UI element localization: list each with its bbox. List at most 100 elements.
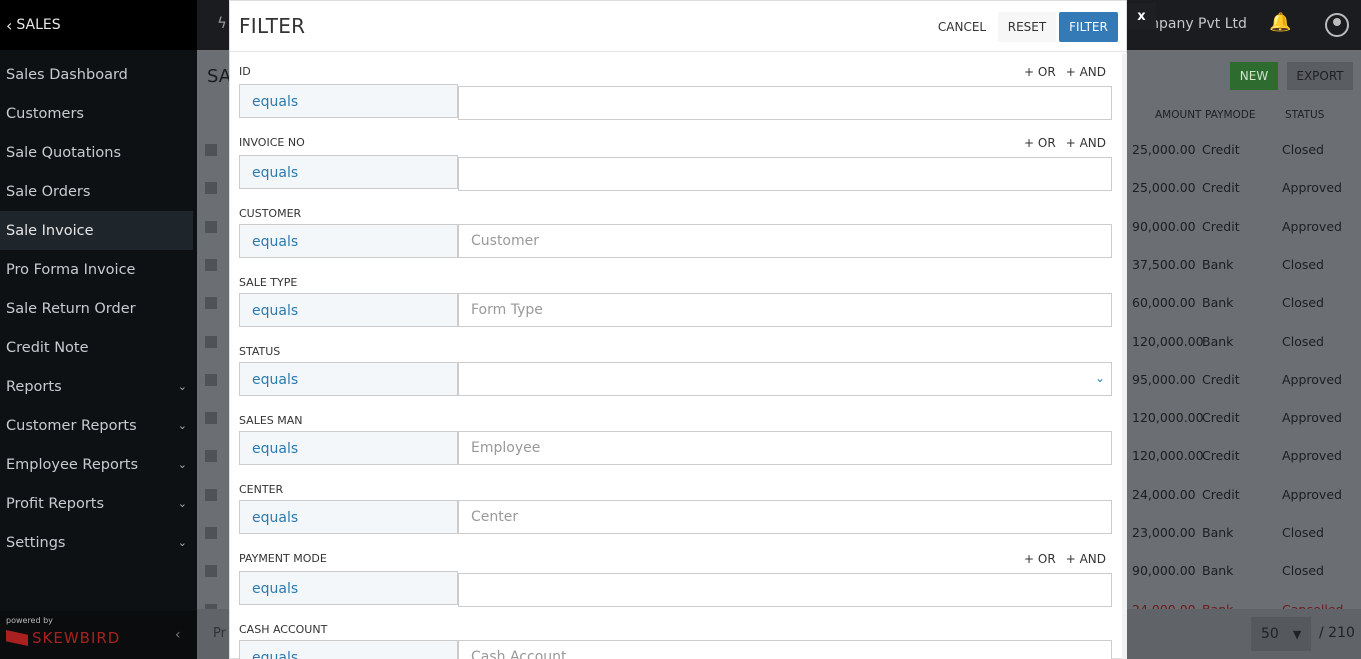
value-input[interactable]: Form Type bbox=[458, 293, 1112, 327]
row-checkbox[interactable] bbox=[205, 297, 217, 310]
bell-icon[interactable]: 🔔 bbox=[1269, 12, 1291, 33]
collapse-chevron-icon[interactable]: ‹ bbox=[175, 627, 181, 643]
operator-select[interactable]: equals bbox=[239, 293, 458, 327]
cell-paymode: Credit bbox=[1202, 448, 1240, 464]
value-input[interactable] bbox=[458, 157, 1112, 191]
cell-amount: 24,000.00 bbox=[1132, 486, 1196, 502]
operator-select[interactable]: equals bbox=[239, 640, 458, 659]
sidebar-item[interactable]: Reports ⌄ bbox=[0, 367, 197, 406]
chevron-down-icon: ⌄ bbox=[177, 536, 187, 549]
value-input[interactable]: Cash Account bbox=[458, 640, 1112, 659]
row-checkbox[interactable] bbox=[205, 412, 217, 425]
add-or-link[interactable]: + OR bbox=[1024, 136, 1056, 150]
row-checkbox[interactable] bbox=[205, 527, 217, 539]
value-input[interactable]: Center bbox=[458, 500, 1112, 534]
sidebar-item[interactable]: Pro Forma Invoice bbox=[0, 250, 197, 289]
sidebar-item[interactable]: Profit Reports ⌄ bbox=[0, 484, 197, 523]
filter-button[interactable]: FILTER bbox=[1059, 12, 1118, 42]
brand-logo-icon bbox=[6, 630, 28, 646]
cell-amount: 25,000.00 bbox=[1132, 142, 1196, 157]
operator-select[interactable]: equals bbox=[239, 500, 458, 534]
sidebar-item[interactable]: Credit Note bbox=[0, 328, 197, 367]
add-and-link[interactable]: + AND bbox=[1066, 136, 1106, 150]
value-input[interactable]: Employee bbox=[458, 431, 1112, 465]
cell-status: Approved bbox=[1282, 448, 1342, 464]
sidebar-item-label: Sale Quotations bbox=[6, 144, 122, 161]
operator-select[interactable]: equals bbox=[239, 224, 458, 258]
value-select[interactable]: ⌄ bbox=[458, 362, 1112, 396]
sidebar-item[interactable]: Customers bbox=[0, 94, 197, 133]
row-checkbox[interactable] bbox=[205, 258, 217, 271]
cancel-button[interactable]: CANCEL bbox=[930, 12, 994, 42]
row-checkbox[interactable] bbox=[205, 565, 217, 578]
column-status[interactable]: STATUS bbox=[1285, 109, 1324, 121]
value-input[interactable] bbox=[458, 573, 1112, 607]
field-label: CASH ACCOUNT bbox=[239, 623, 328, 636]
row-checkbox[interactable] bbox=[205, 488, 217, 501]
modal-scrollbar[interactable] bbox=[1122, 53, 1127, 659]
sidebar-item-label: Customers bbox=[6, 105, 84, 122]
sidebar-item[interactable]: Sale Orders bbox=[0, 172, 197, 211]
add-and-link[interactable]: + AND bbox=[1066, 65, 1106, 79]
row-checkbox[interactable] bbox=[205, 220, 217, 233]
column-paymode[interactable]: PAYMODE bbox=[1205, 109, 1256, 121]
row-checkbox[interactable] bbox=[205, 450, 217, 463]
sidebar-item[interactable]: Sale Quotations bbox=[0, 133, 197, 172]
filter-field: CENTER equals Center bbox=[239, 483, 1112, 543]
filter-modal: FILTER CANCEL RESET FILTER ID + OR + AND eq… bbox=[229, 0, 1127, 659]
cell-status: Closed bbox=[1282, 525, 1324, 540]
row-checkbox[interactable] bbox=[205, 144, 217, 156]
sidebar-item-label: Settings bbox=[6, 534, 66, 551]
value-input[interactable]: Customer bbox=[458, 224, 1112, 258]
close-icon[interactable]: x bbox=[1127, 3, 1156, 30]
filter-field: PAYMENT MODE + OR + AND equals bbox=[239, 552, 1112, 612]
filter-field: SALES MAN equals Employee bbox=[239, 414, 1112, 474]
cell-status: Closed bbox=[1282, 256, 1324, 272]
sidebar-header-label: SALES bbox=[16, 17, 61, 33]
cell-status: Approved bbox=[1282, 410, 1342, 426]
add-or-link[interactable]: + OR bbox=[1024, 552, 1056, 566]
value-placeholder: Form Type bbox=[471, 302, 543, 318]
cell-amount: 60,000.00 bbox=[1132, 295, 1196, 311]
modal-header: FILTER CANCEL RESET FILTER bbox=[230, 1, 1126, 52]
page-size-select[interactable]: 50 ▼ bbox=[1251, 617, 1311, 651]
chevron-down-icon: ▼ bbox=[1292, 627, 1302, 641]
operator-select[interactable]: equals bbox=[239, 84, 458, 118]
sidebar-item[interactable]: Sales Dashboard bbox=[0, 55, 197, 94]
user-avatar-icon[interactable] bbox=[1325, 13, 1349, 37]
operator-select[interactable]: equals bbox=[239, 431, 458, 465]
column-amount[interactable]: AMOUNT bbox=[1155, 109, 1201, 121]
operator-select[interactable]: equals bbox=[239, 362, 458, 396]
add-and-link[interactable]: + AND bbox=[1066, 552, 1106, 566]
row-checkbox[interactable] bbox=[205, 373, 217, 386]
operator-select[interactable]: equals bbox=[239, 155, 458, 189]
cell-status: Closed bbox=[1282, 142, 1324, 157]
sidebar-item-label: Credit Note bbox=[6, 339, 89, 356]
add-or-link[interactable]: + OR bbox=[1024, 65, 1056, 79]
cell-amount: 25,000.00 bbox=[1132, 180, 1196, 196]
filter-field: STATUS equals ⌄ bbox=[239, 345, 1112, 405]
field-label: PAYMENT MODE bbox=[239, 552, 327, 565]
bolt-icon[interactable]: ϟ bbox=[217, 14, 227, 32]
modal-title: FILTER bbox=[239, 14, 306, 38]
chevron-down-icon: ⌄ bbox=[177, 497, 187, 510]
operator-select[interactable]: equals bbox=[239, 571, 458, 605]
footer-prev-text[interactable]: Pr bbox=[213, 626, 226, 641]
sidebar-item[interactable]: Sale Invoice bbox=[0, 211, 193, 250]
export-button[interactable]: EXPORT bbox=[1287, 62, 1353, 90]
page-size-value: 50 bbox=[1261, 626, 1279, 642]
reset-button[interactable]: RESET bbox=[998, 12, 1056, 42]
sidebar-item[interactable]: Settings ⌄ bbox=[0, 523, 197, 562]
sidebar-item[interactable]: Sale Return Order bbox=[0, 289, 197, 328]
value-input[interactable] bbox=[458, 86, 1112, 120]
field-logic-links: + OR + AND bbox=[1014, 552, 1106, 566]
sidebar-item[interactable]: Employee Reports ⌄ bbox=[0, 445, 197, 484]
new-button[interactable]: NEW bbox=[1230, 62, 1278, 90]
sidebar-item[interactable]: Customer Reports ⌄ bbox=[0, 406, 197, 445]
sidebar-menu: Sales Dashboard Customers Sale Quotations S… bbox=[0, 50, 197, 562]
row-checkbox[interactable] bbox=[205, 182, 217, 195]
sidebar-back-button[interactable]: ‹ SALES bbox=[0, 0, 197, 50]
cell-amount: 120,000.00 bbox=[1132, 333, 1204, 349]
row-checkbox[interactable] bbox=[205, 335, 217, 348]
chevron-left-icon: ‹ bbox=[6, 15, 13, 35]
